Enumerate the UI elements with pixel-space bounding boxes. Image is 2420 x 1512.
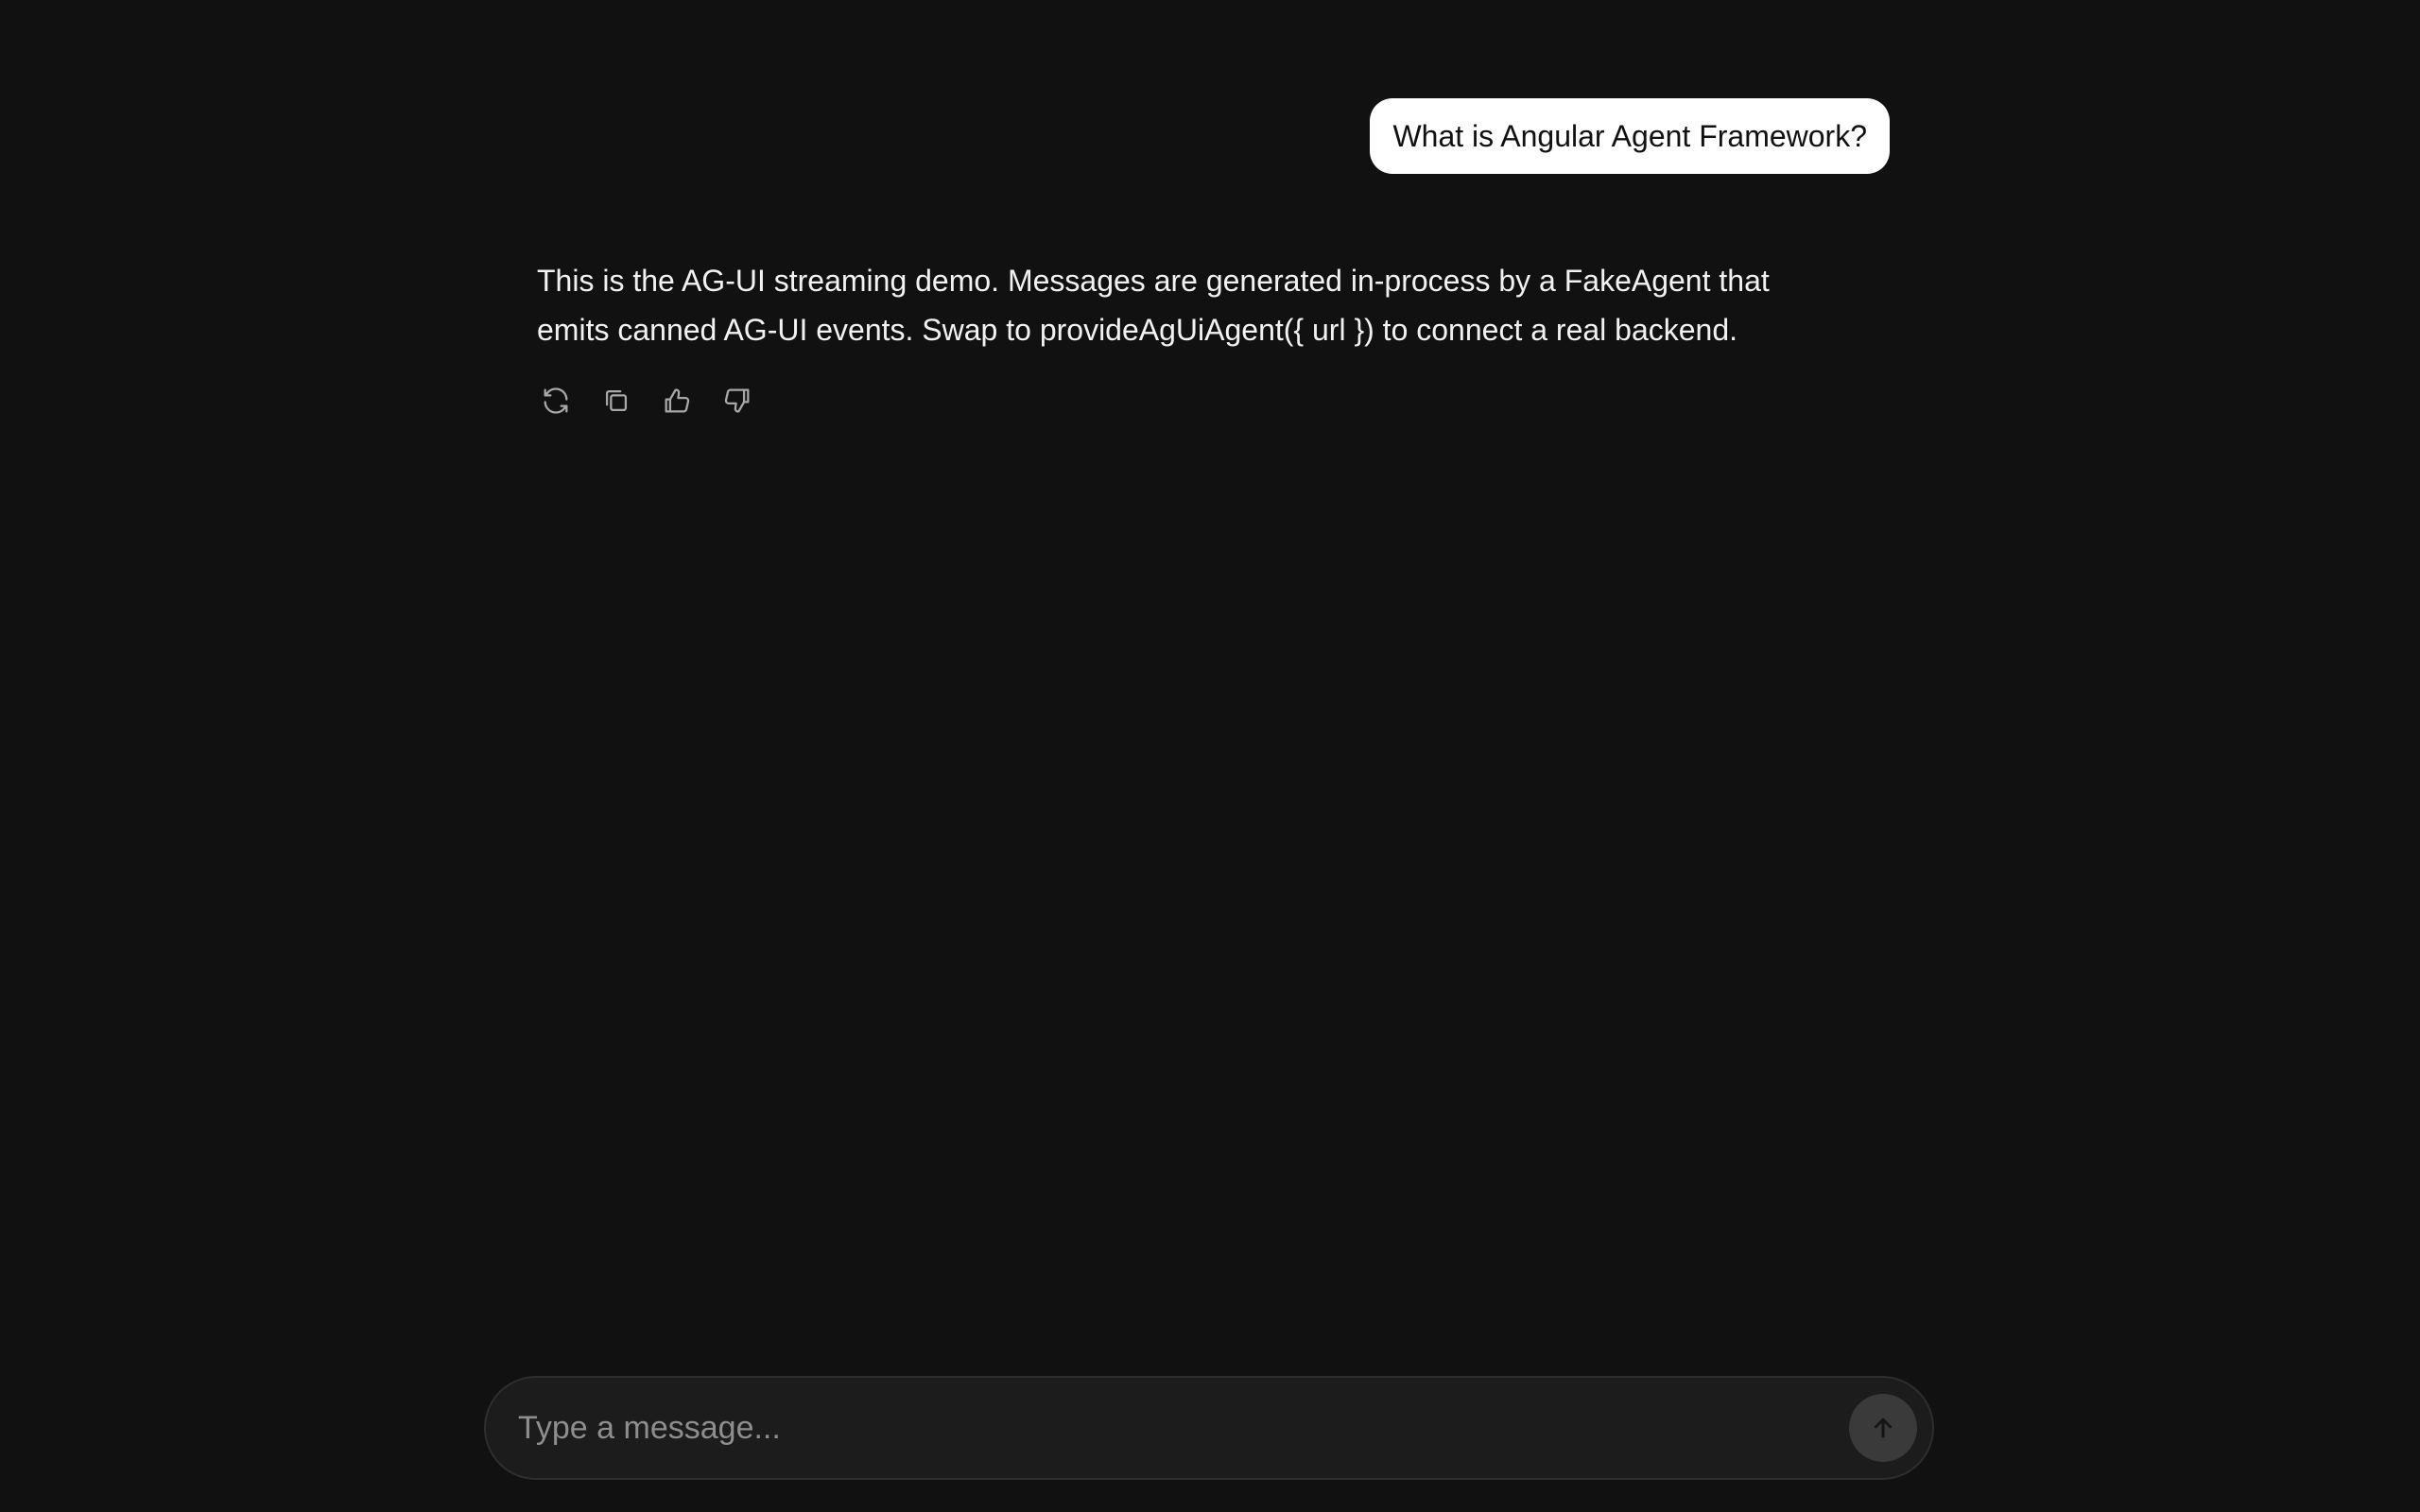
message-composer (484, 1376, 1934, 1480)
thumbs-up-button[interactable] (658, 382, 696, 420)
assistant-message: This is the AG-UI streaming demo. Messag… (537, 256, 1841, 420)
message-actions (537, 382, 1841, 420)
thumbs-down-button[interactable] (718, 382, 756, 420)
copy-icon (605, 389, 628, 412)
chat-app: What is Angular Agent Framework? This is… (0, 0, 2420, 1512)
arrow-up-icon (1875, 1418, 1892, 1438)
regenerate-button[interactable] (537, 382, 575, 420)
thumbs-down-icon (724, 388, 750, 413)
send-button[interactable] (1849, 1394, 1917, 1462)
message-thread: What is Angular Agent Framework? This is… (0, 0, 2420, 1361)
copy-button[interactable] (597, 382, 635, 420)
message-input[interactable] (486, 1378, 1849, 1478)
user-message-row: What is Angular Agent Framework? (1370, 98, 1890, 174)
user-message-bubble: What is Angular Agent Framework? (1370, 98, 1890, 174)
refresh-icon (544, 387, 568, 414)
assistant-message-text: This is the AG-UI streaming demo. Messag… (537, 264, 1770, 347)
thumbs-up-icon (665, 388, 690, 413)
